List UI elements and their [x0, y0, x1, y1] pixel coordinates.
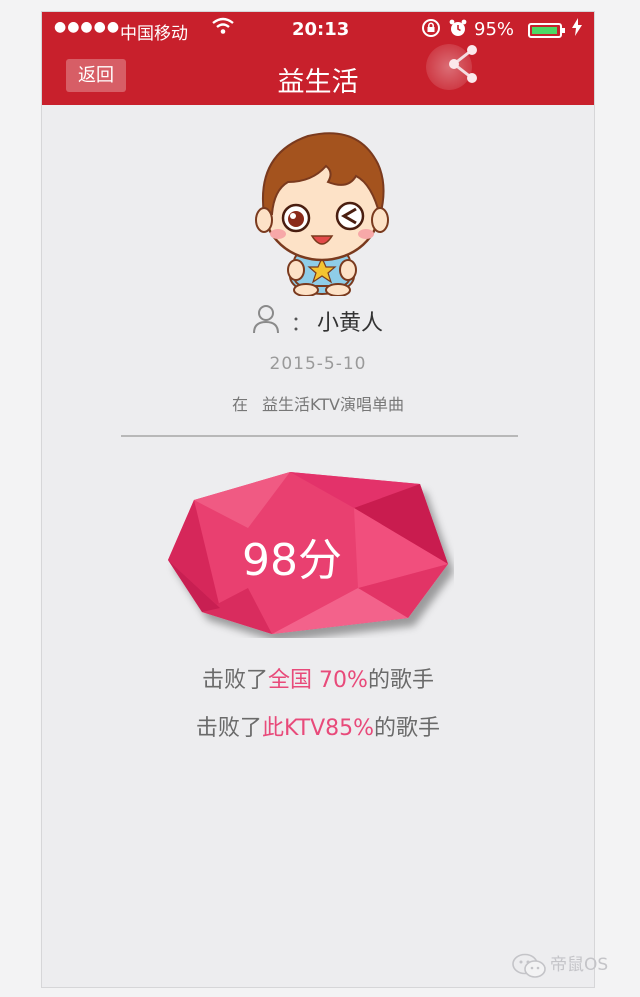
carrier-name: 中国移动 — [120, 24, 188, 44]
share-icon[interactable] — [446, 44, 482, 90]
alarm-icon — [448, 18, 468, 43]
signal-strength: ●●●●● — [54, 19, 121, 35]
user-info-row: ：小黄人 — [42, 304, 594, 338]
context-line: 在益生活KTV演唱单曲 — [42, 391, 594, 415]
cartoon-boy-avatar — [248, 124, 396, 300]
user-colon: ： — [290, 310, 311, 335]
user-name: 小黄人 — [316, 311, 383, 336]
battery-icon — [528, 23, 565, 38]
stat-ktv-highlight: 此KTV85% — [261, 716, 375, 741]
context-text: 益生活KTV演唱单曲 — [262, 395, 404, 414]
stat-national-prefix: 击败了 — [202, 668, 269, 693]
stat-ktv: 击败了此KTV85%的歌手 — [42, 710, 594, 742]
phone-screen: ●●●●● 中国移动 20:13 95% 返回 益生活 ： 小黄人 2015-5… — [42, 12, 594, 987]
battery-percent: 95% — [474, 19, 515, 40]
stat-national-highlight: 全国 70% — [268, 668, 368, 693]
divider — [121, 435, 518, 437]
stat-ktv-prefix: 击败了 — [195, 716, 262, 741]
record-date: 2015-5-10 — [269, 354, 367, 374]
page-title: 益生活 — [277, 67, 359, 98]
charging-icon — [572, 18, 582, 40]
rotation-lock-icon — [421, 18, 441, 43]
context-prefix: 在 — [232, 395, 249, 414]
clock: 20:13 — [292, 19, 350, 40]
stat-national: 击败了全国 70%的歌手 — [42, 662, 594, 694]
nav-bar: 返回 益生活 — [42, 44, 594, 105]
stat-ktv-suffix: 的歌手 — [374, 716, 441, 741]
wifi-icon — [212, 17, 234, 40]
status-bar: ●●●●● 中国移动 20:13 95% — [42, 12, 594, 48]
watermark-text: 帝鼠OS — [550, 955, 609, 975]
stat-national-suffix: 的歌手 — [367, 668, 434, 693]
score-value: 98分 — [242, 535, 342, 586]
user-icon — [252, 304, 279, 338]
wechat-icon — [512, 953, 546, 983]
